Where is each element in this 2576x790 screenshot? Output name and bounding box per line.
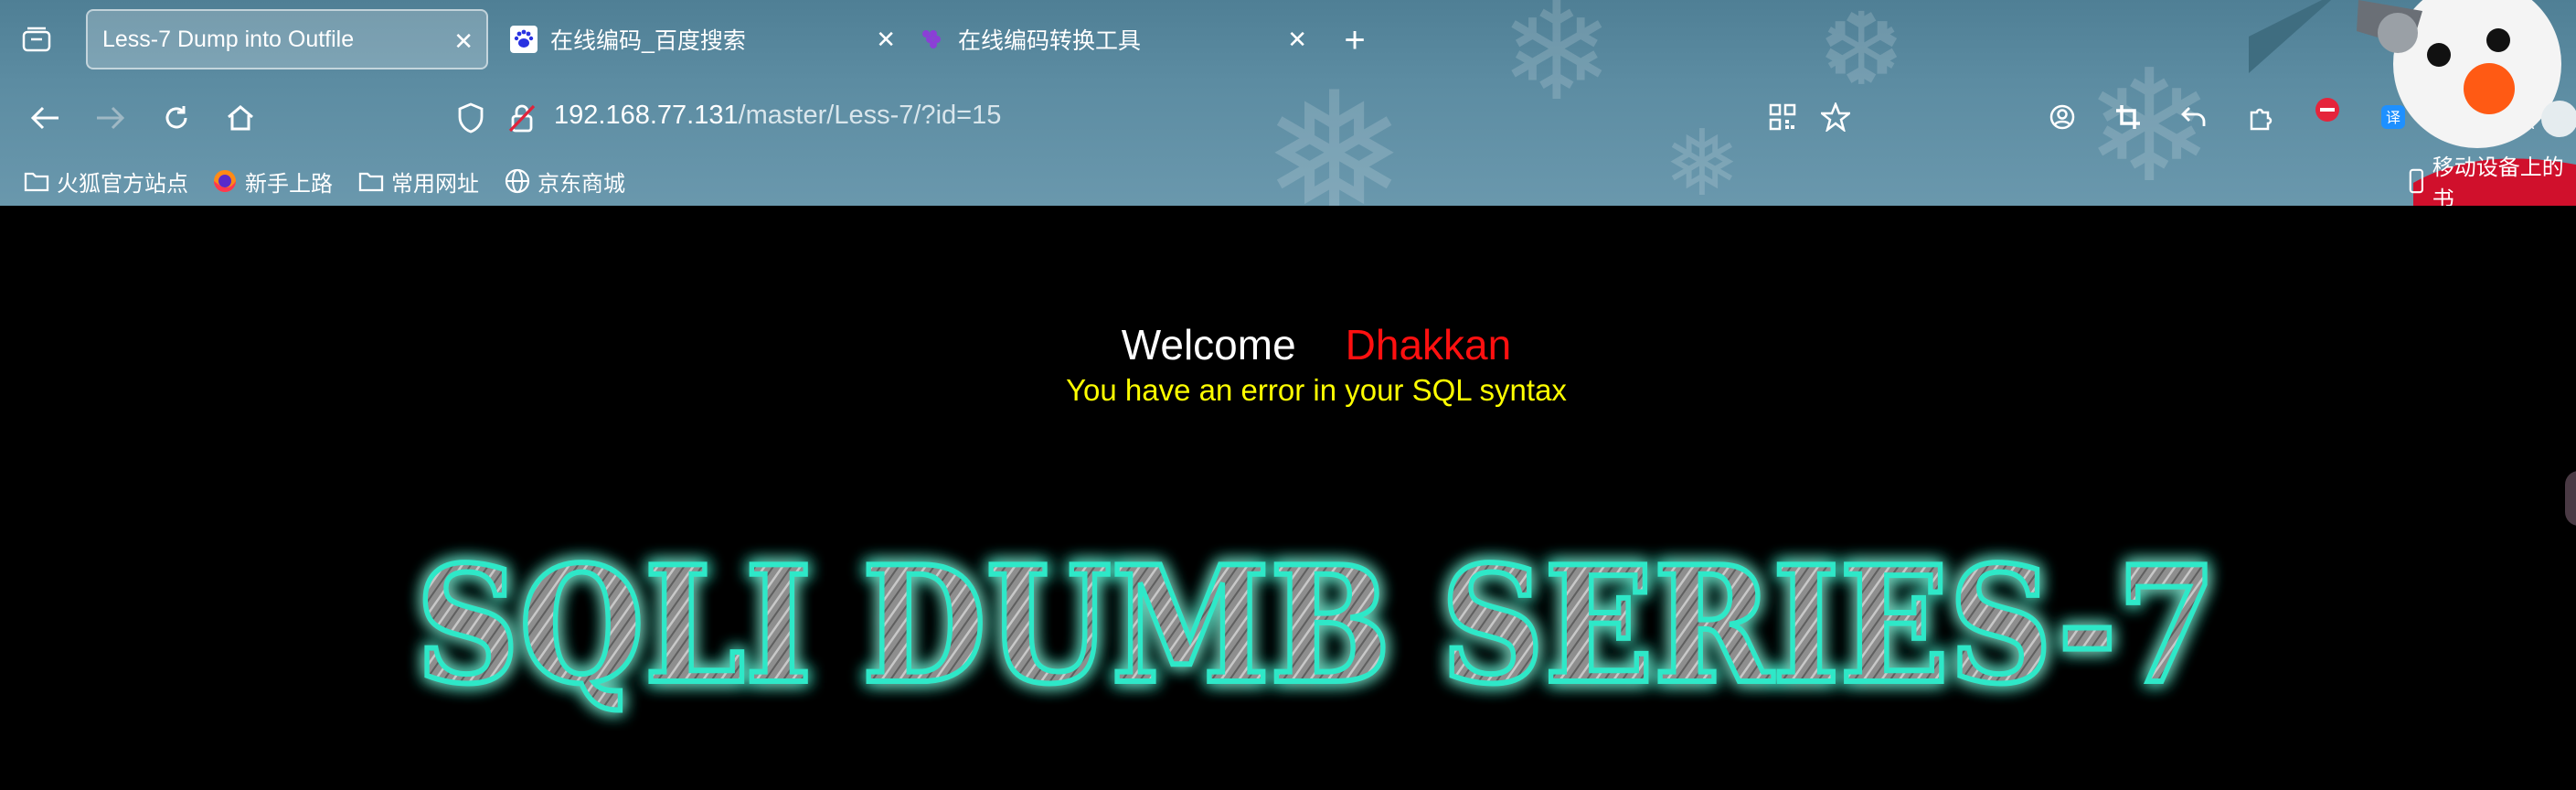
bookmark-common-sites[interactable]: 常用网址 [358,161,479,201]
forward-icon[interactable] [90,97,132,139]
folder-icon [358,172,384,192]
back-icon[interactable] [24,97,66,139]
tab-label: 在线编码_百度搜索 [550,28,746,54]
close-tab-icon[interactable]: ✕ [1287,26,1307,54]
tab-label: 在线编码转换工具 [958,28,1142,54]
new-tab-icon[interactable]: + [1336,20,1373,60]
close-tab-icon[interactable]: ✕ [453,27,474,56]
bookmark-firefox-official[interactable]: 火狐官方站点 [24,161,188,201]
screenshot-crop-icon[interactable] [2110,99,2146,135]
reload-icon[interactable] [155,97,197,139]
bookmark-label: 新手上路 [245,171,333,197]
welcome-line: Welcome Dhakkan [0,320,2576,369]
baidu-icon [510,26,538,53]
tracking-protection-shield-icon[interactable] [450,97,492,139]
username-text: Dhakkan [1345,321,1512,368]
tab-bar: Less-7 Dump into Outfile ✕ 在线编码_百度搜索 ✕ 在… [0,0,2576,80]
mobile-device-icon [2409,168,2423,194]
bookmark-label: 常用网址 [391,171,479,197]
tab-encoding-tool[interactable]: 在线编码转换工具 ✕ [918,9,1320,69]
bookmark-label: 移动设备上的书 [2432,155,2564,206]
url-path: /master/Less-7/?id=15 [738,101,1002,130]
sqli-dumb-series-banner: SQLI DUMB SERIES-7 [413,529,2219,722]
grape-icon [918,26,945,53]
bookmark-label: 京东商城 [538,171,625,197]
bookmark-label: 火狐官方站点 [57,171,188,197]
insecure-lock-icon[interactable] [501,97,543,139]
folder-icon [24,172,49,192]
bookmark-jd-mall[interactable]: 京东商城 [505,161,625,201]
home-icon[interactable] [219,97,261,139]
side-panel-handle[interactable] [2565,471,2576,526]
undo-icon[interactable] [2176,99,2212,135]
qr-code-icon[interactable] [1764,99,1801,135]
banner-text: SQLI DUMB SERIES-7 [416,532,2217,720]
welcome-text: Welcome [1121,321,1296,368]
tab-label: Less-7 Dump into Outfile [102,26,355,52]
globe-icon [505,168,530,194]
tab-baidu-search[interactable]: 在线编码_百度搜索 ✕ [506,9,909,69]
close-tab-icon[interactable]: ✕ [876,26,896,54]
sql-error-message: You have an error in your SQL syntax [1066,373,1567,407]
firefox-icon [214,170,236,192]
browser-chrome: ❄ ❅ ❆ ❄ ❅ Less-7 Dump into Outfile ✕ 在线编… [0,0,2576,206]
account-icon[interactable] [2044,99,2081,135]
url-bar[interactable]: 192.168.77.131/master/Less-7/?id=15 [554,101,1001,131]
bookmark-getting-started[interactable]: 新手上路 [212,161,333,201]
bookmark-mobile-bookmarks[interactable]: 移动设备上的书 [2408,155,2576,206]
tab-less-7[interactable]: Less-7 Dump into Outfile ✕ [86,9,488,69]
page-content: Welcome Dhakkan You have an error in your… [0,206,2576,790]
url-host: 192.168.77.131 [554,101,739,130]
bookmarks-toolbar: 火狐官方站点 新手上路 常用网址 京东商城 移动设备上的书 [0,155,2576,206]
bookmark-star-icon[interactable] [1817,99,1854,135]
tab-overview-icon[interactable] [16,20,57,60]
